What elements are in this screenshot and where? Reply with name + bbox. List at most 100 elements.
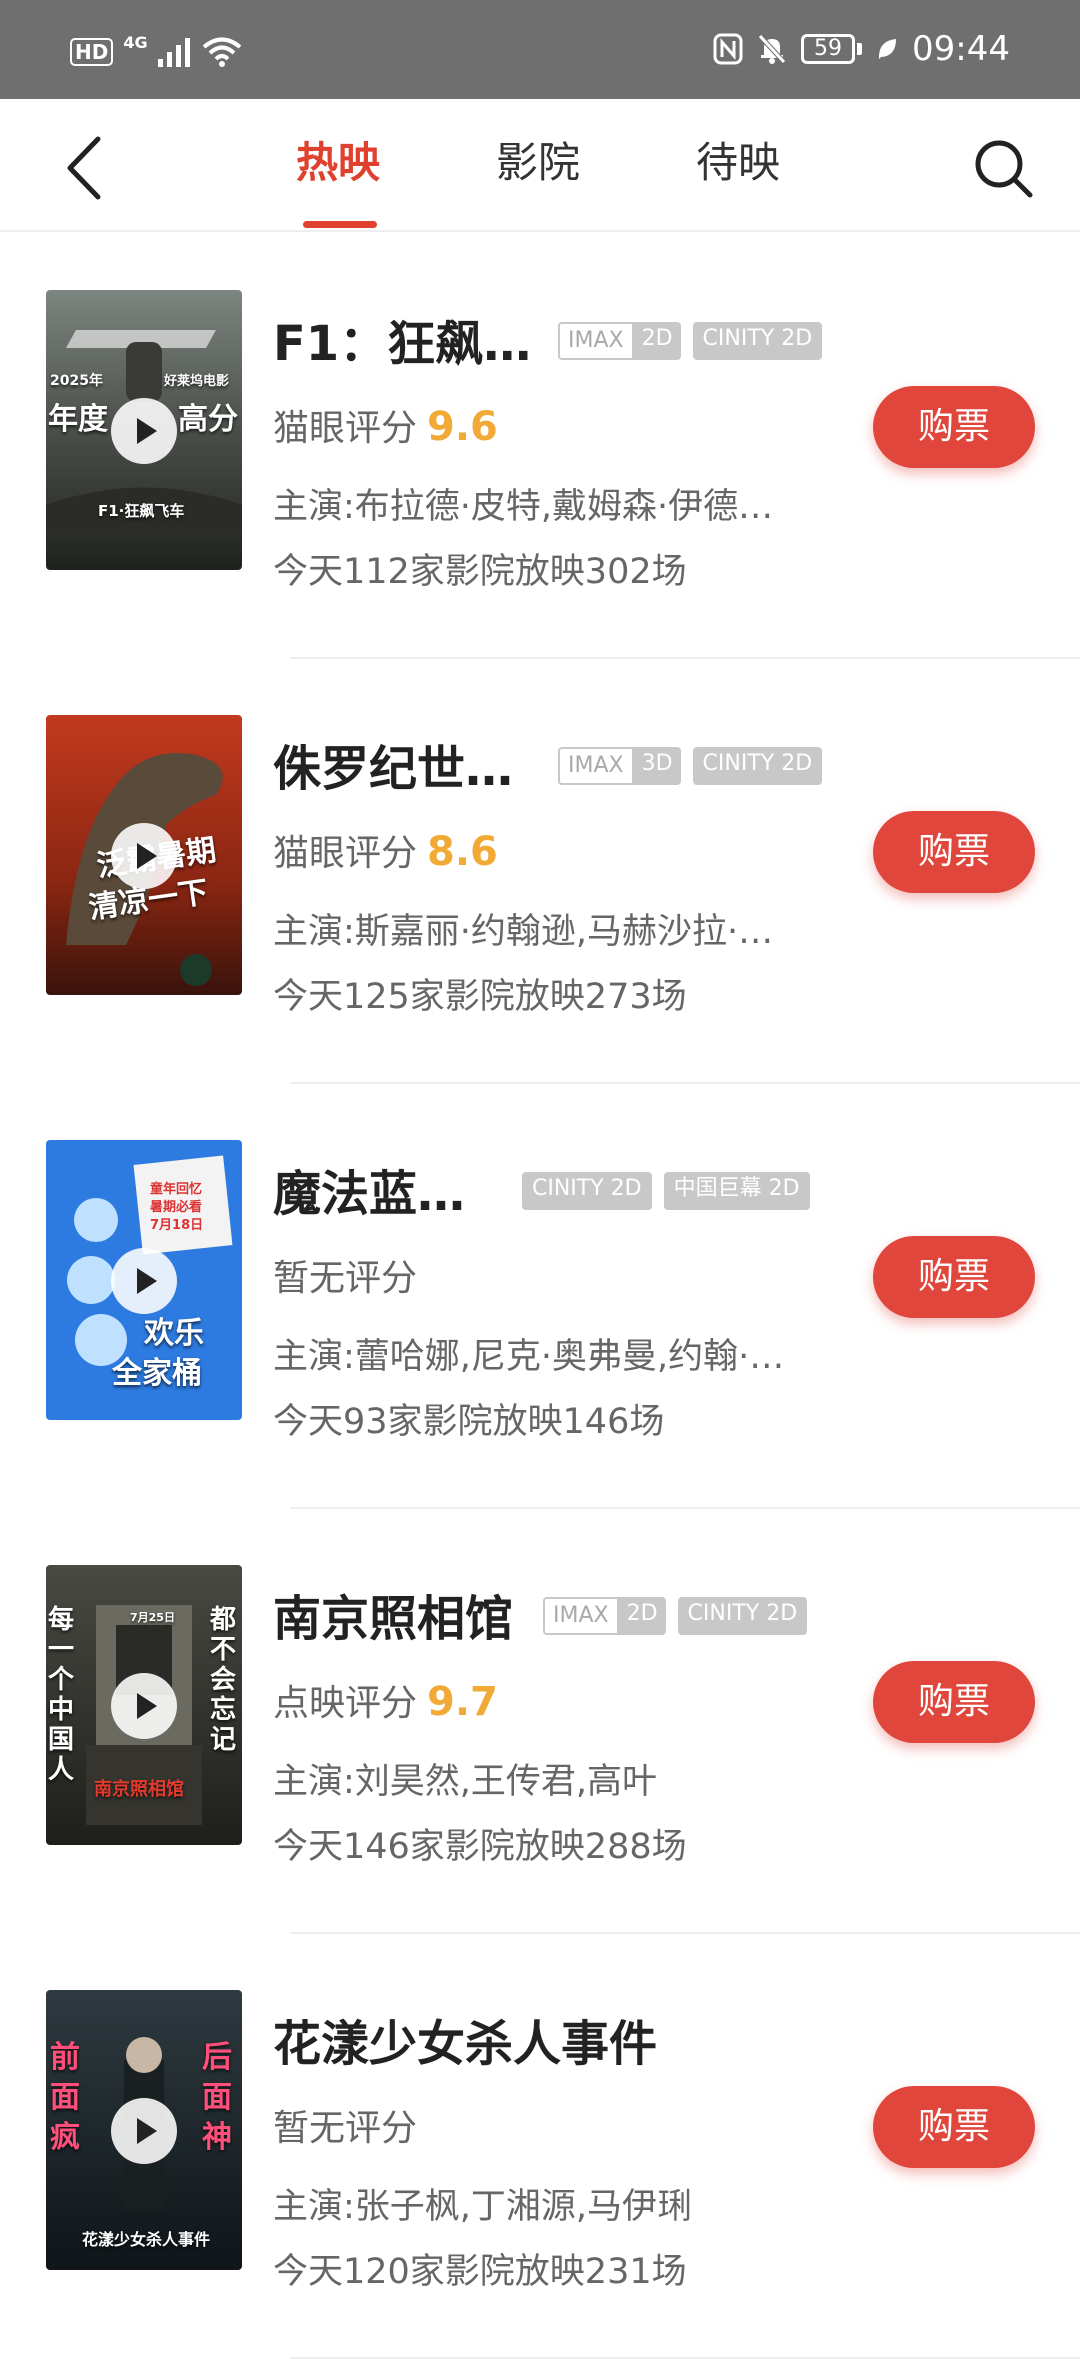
score-value: 8.6: [427, 829, 498, 875]
format-tag-name: IMAX: [558, 747, 634, 785]
score-label: 点映评分: [273, 1683, 418, 1724]
poster-label: 好莱坞电影: [164, 374, 230, 389]
buy-ticket-button[interactable]: 购票: [873, 1661, 1035, 1743]
score-row: 点映评分 9.7: [273, 1677, 498, 1729]
format-tags: IMAX 2D CINITY 2D: [558, 322, 823, 360]
format-tag-dim: 2D: [633, 322, 681, 360]
hd-badge: HD: [70, 38, 114, 66]
poster-label: F1·狂飙飞车: [98, 502, 185, 520]
buy-ticket-button[interactable]: 购票: [873, 1236, 1035, 1318]
tab-hot[interactable]: 热映: [296, 135, 380, 191]
score-row: 猫眼评分 8.6: [273, 827, 498, 879]
showtimes-text: 今天120家影院放映231场: [273, 2252, 687, 2292]
nfc-icon: [713, 33, 743, 65]
movie-title: 魔法蓝…: [273, 1166, 466, 1222]
movie-poster[interactable]: 2025年 好莱坞电影 年度 高分 F1·狂飙飞车: [46, 290, 242, 570]
movie-poster[interactable]: 前面疯 后面神 花漾少女杀人事件: [46, 1990, 242, 2270]
movie-title: 南京照相馆: [273, 1591, 514, 1647]
format-tags: CINITY 2D 中国巨幕 2D: [522, 1172, 810, 1210]
poster-label: 暑期必看: [150, 1200, 203, 1215]
poster-label: 前面疯: [50, 2040, 80, 2155]
poster-label: 全家桶: [112, 1356, 202, 1391]
score-label: 猫眼评分: [273, 833, 418, 874]
format-tags: IMAX 3D CINITY 2D: [558, 747, 823, 785]
format-tag: CINITY 2D: [677, 1597, 808, 1635]
movie-title: F1：狂飙…: [273, 316, 532, 372]
play-trailer-icon[interactable]: [111, 2098, 177, 2164]
score-value: 9.6: [427, 404, 498, 450]
poster-label: 欢乐: [144, 1316, 204, 1351]
format-tag: CINITY 2D: [692, 747, 823, 785]
movie-item[interactable]: 每一个中国人 都不会忘记 7月25日 南京照相馆 南京照相馆 IMAX 2D C…: [0, 1509, 1080, 1934]
movie-item[interactable]: 2025年 好莱坞电影 年度 高分 F1·狂飙飞车 F1：狂飙… IMAX 2D…: [0, 234, 1080, 659]
cast-text: 主演:斯嘉丽·约翰逊,马赫沙拉·…: [273, 912, 774, 952]
leaf-icon: [878, 39, 897, 59]
cast-text: 主演:刘昊然,王传君,高叶: [273, 1762, 658, 1802]
play-trailer-icon[interactable]: [111, 398, 177, 464]
play-trailer-icon[interactable]: [111, 823, 177, 889]
poster-label: 都不会忘记: [210, 1605, 237, 1755]
back-icon[interactable]: [60, 135, 110, 201]
format-tag-dim: 3D: [633, 747, 681, 785]
score-label: 猫眼评分: [273, 408, 418, 449]
format-tag: IMAX 2D: [558, 322, 681, 360]
poster-label: 南京照相馆: [94, 1779, 184, 1800]
score-label: 暂无评分: [273, 2108, 418, 2149]
format-tag-dim: 2D: [618, 1597, 666, 1635]
network-type: 4G: [123, 32, 148, 52]
movie-item[interactable]: 泛霸暑期 清凉一下 侏罗纪世… IMAX 3D CINITY 2D 猫眼评分8.…: [0, 659, 1080, 1084]
battery-level: 59: [801, 34, 856, 64]
tab-upcoming[interactable]: 待映: [696, 135, 780, 191]
battery-indicator: 59: [801, 34, 863, 64]
status-bar: HD 4G 59 09:44: [0, 0, 1080, 99]
status-right: 59 09:44: [713, 30, 1010, 68]
showtimes-text: 今天146家影院放映288场: [273, 1827, 687, 1867]
format-tag-name: IMAX: [543, 1597, 619, 1635]
movie-item[interactable]: 前面疯 后面神 花漾少女杀人事件 花漾少女杀人事件 暂无评分 主演:张子枫,丁湘…: [0, 1934, 1080, 2359]
format-tag: CINITY 2D: [692, 322, 823, 360]
showtimes-text: 今天93家影院放映146场: [273, 1402, 665, 1442]
score-row: 暂无评分: [273, 2102, 427, 2154]
buy-ticket-button[interactable]: 购票: [873, 2086, 1035, 2168]
poster-label: 童年回忆: [150, 1182, 203, 1197]
poster-label: 7月18日: [150, 1218, 204, 1233]
movie-poster[interactable]: 每一个中国人 都不会忘记 7月25日 南京照相馆: [46, 1565, 242, 1845]
movie-item[interactable]: 童年回忆 暑期必看 7月18日 欢乐 全家桶 魔法蓝… CINITY 2D 中国…: [0, 1084, 1080, 1509]
buy-ticket-button[interactable]: 购票: [873, 386, 1035, 468]
movie-poster[interactable]: 泛霸暑期 清凉一下: [46, 715, 242, 995]
tab-cinema[interactable]: 影院: [496, 135, 580, 191]
poster-label: 后面神: [202, 2040, 232, 2155]
score-row: 暂无评分: [273, 1252, 427, 1304]
poster-label: 花漾少女杀人事件: [82, 2230, 211, 2249]
poster-label: 年度: [48, 402, 108, 437]
movie-title: 花漾少女杀人事件: [273, 2016, 658, 2072]
poster-label: 每一个中国人: [48, 1605, 75, 1785]
search-icon[interactable]: [972, 137, 1036, 201]
battery-tip: [857, 43, 863, 55]
signal-icon: [157, 38, 190, 67]
score-row: 猫眼评分 9.6: [273, 402, 498, 454]
mute-bell-icon: [758, 34, 786, 64]
poster-label: 2025年: [50, 373, 103, 389]
format-tag: 中国巨幕 2D: [663, 1172, 810, 1210]
format-tag-name: IMAX: [558, 322, 634, 360]
format-tag: IMAX 2D: [543, 1597, 666, 1635]
play-trailer-icon[interactable]: [111, 1673, 177, 1739]
cast-text: 主演:布拉德·皮特,戴姆森·伊德…: [273, 487, 774, 527]
buy-ticket-button[interactable]: 购票: [873, 811, 1035, 893]
clock: 09:44: [912, 29, 1010, 69]
poster-label: 7月25日: [130, 1611, 175, 1624]
cast-text: 主演:张子枫,丁湘源,马伊琍: [273, 2187, 693, 2227]
status-left: HD 4G: [70, 32, 242, 68]
showtimes-text: 今天125家影院放映273场: [273, 977, 687, 1017]
showtimes-text: 今天112家影院放映302场: [273, 552, 687, 592]
format-tag: CINITY 2D: [522, 1172, 652, 1210]
cast-text: 主演:蕾哈娜,尼克·奥弗曼,约翰·…: [273, 1337, 785, 1377]
poster-label: 高分: [178, 402, 238, 437]
wifi-icon: [202, 37, 241, 67]
movie-title: 侏罗纪世…: [273, 741, 514, 797]
format-tag: IMAX 3D: [558, 747, 681, 785]
play-trailer-icon[interactable]: [111, 1248, 177, 1314]
movie-poster[interactable]: 童年回忆 暑期必看 7月18日 欢乐 全家桶: [46, 1140, 242, 1420]
score-label: 暂无评分: [273, 1258, 418, 1299]
